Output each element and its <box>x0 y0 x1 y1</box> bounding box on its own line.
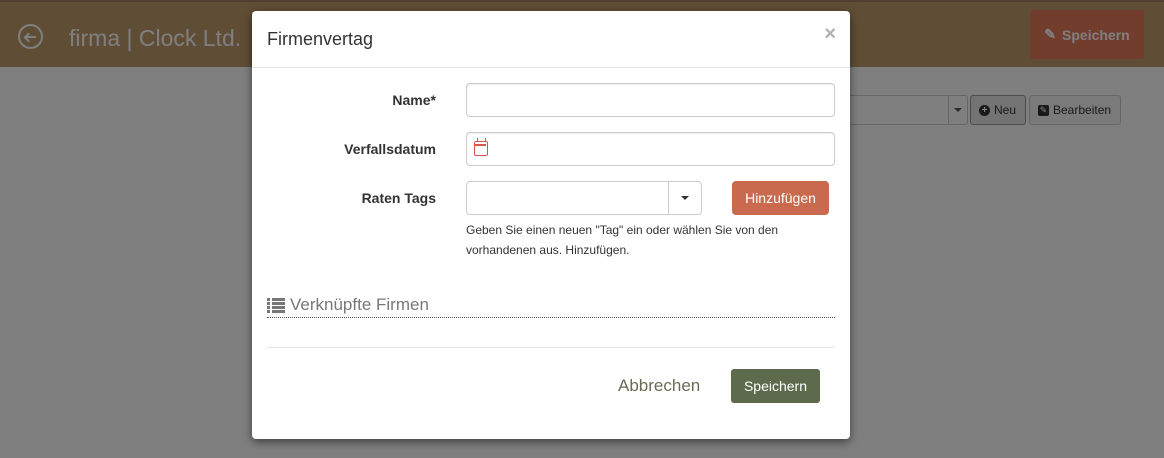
list-icon <box>267 298 285 313</box>
tags-input[interactable] <box>467 182 669 214</box>
close-icon[interactable]: × <box>824 24 836 44</box>
name-label: Name* <box>392 92 436 108</box>
section-title: Verknüpfte Firmen <box>290 295 429 314</box>
modal-title: Firmenvertag <box>267 29 374 49</box>
tags-label: Raten Tags <box>361 190 436 206</box>
save-button[interactable]: Speichern <box>731 369 820 403</box>
name-input[interactable] <box>466 83 835 117</box>
cancel-button[interactable]: Abbrechen <box>618 376 700 396</box>
calendar-icon[interactable] <box>474 138 488 156</box>
company-contract-modal: Firmenvertag × Name* Verfallsdatum Raten… <box>252 11 850 439</box>
expiry-date-input[interactable] <box>466 132 835 166</box>
caret-down-icon[interactable] <box>681 196 689 200</box>
tags-help-text: Geben Sie einen neuen "Tag" ein oder wäh… <box>466 223 779 257</box>
add-tag-button[interactable]: Hinzufügen <box>732 181 829 215</box>
expiry-label: Verfallsdatum <box>344 141 436 157</box>
linked-companies-section[interactable]: Verknüpfte Firmen <box>267 295 835 318</box>
modal-header: Firmenvertag × <box>252 11 850 68</box>
tags-combobox[interactable] <box>466 181 702 215</box>
footer-divider <box>267 347 835 348</box>
